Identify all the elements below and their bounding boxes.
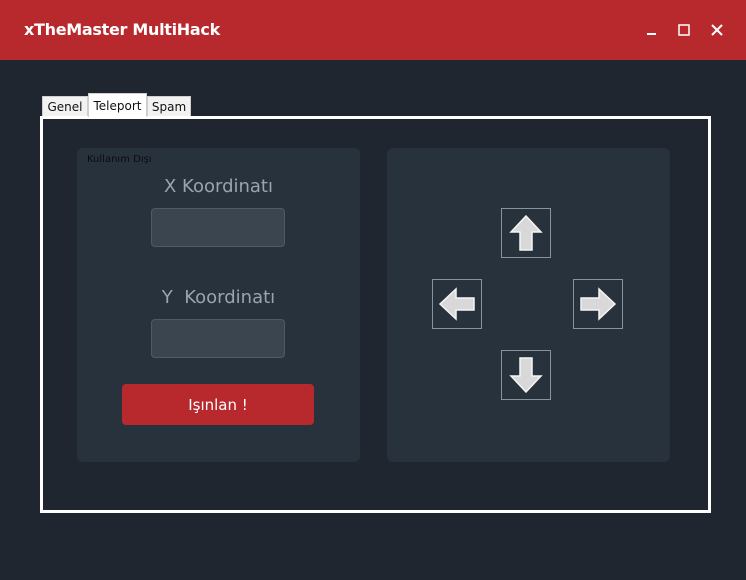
tab-spam[interactable]: Spam xyxy=(147,96,191,117)
y-coordinate-label: Y Koordinatı xyxy=(161,287,276,308)
arrow-up-icon xyxy=(509,214,543,251)
minimize-button[interactable] xyxy=(640,18,664,42)
maximize-icon xyxy=(678,24,690,36)
move-left-button[interactable] xyxy=(432,279,482,329)
move-up-button[interactable] xyxy=(501,208,551,258)
teleport-tab-panel: Kullanım Dışı X Koordinatı Y Koordinatı … xyxy=(40,116,711,513)
maximize-button[interactable] xyxy=(672,18,696,42)
y-coordinate-input[interactable] xyxy=(151,319,285,358)
minimize-icon xyxy=(647,33,656,35)
coordinates-group: Kullanım Dışı X Koordinatı Y Koordinatı … xyxy=(77,148,360,462)
group-label: Kullanım Dışı xyxy=(87,154,152,165)
title-bar: xTheMaster MultiHack xyxy=(0,0,746,60)
arrow-right-icon xyxy=(580,287,617,321)
x-coordinate-input[interactable] xyxy=(151,208,285,247)
move-down-button[interactable] xyxy=(501,350,551,400)
close-button[interactable] xyxy=(705,18,729,42)
arrow-down-icon xyxy=(509,357,543,394)
x-coordinate-label: X Koordinatı xyxy=(164,176,273,197)
teleport-button[interactable]: Işınlan ! xyxy=(122,384,314,425)
close-icon xyxy=(711,24,723,36)
arrow-left-icon xyxy=(438,287,475,321)
tab-teleport[interactable]: Teleport xyxy=(88,93,147,117)
tab-genel[interactable]: Genel xyxy=(42,96,88,117)
app-title: xTheMaster MultiHack xyxy=(24,20,220,39)
move-right-button[interactable] xyxy=(573,279,623,329)
movement-group xyxy=(387,148,670,462)
